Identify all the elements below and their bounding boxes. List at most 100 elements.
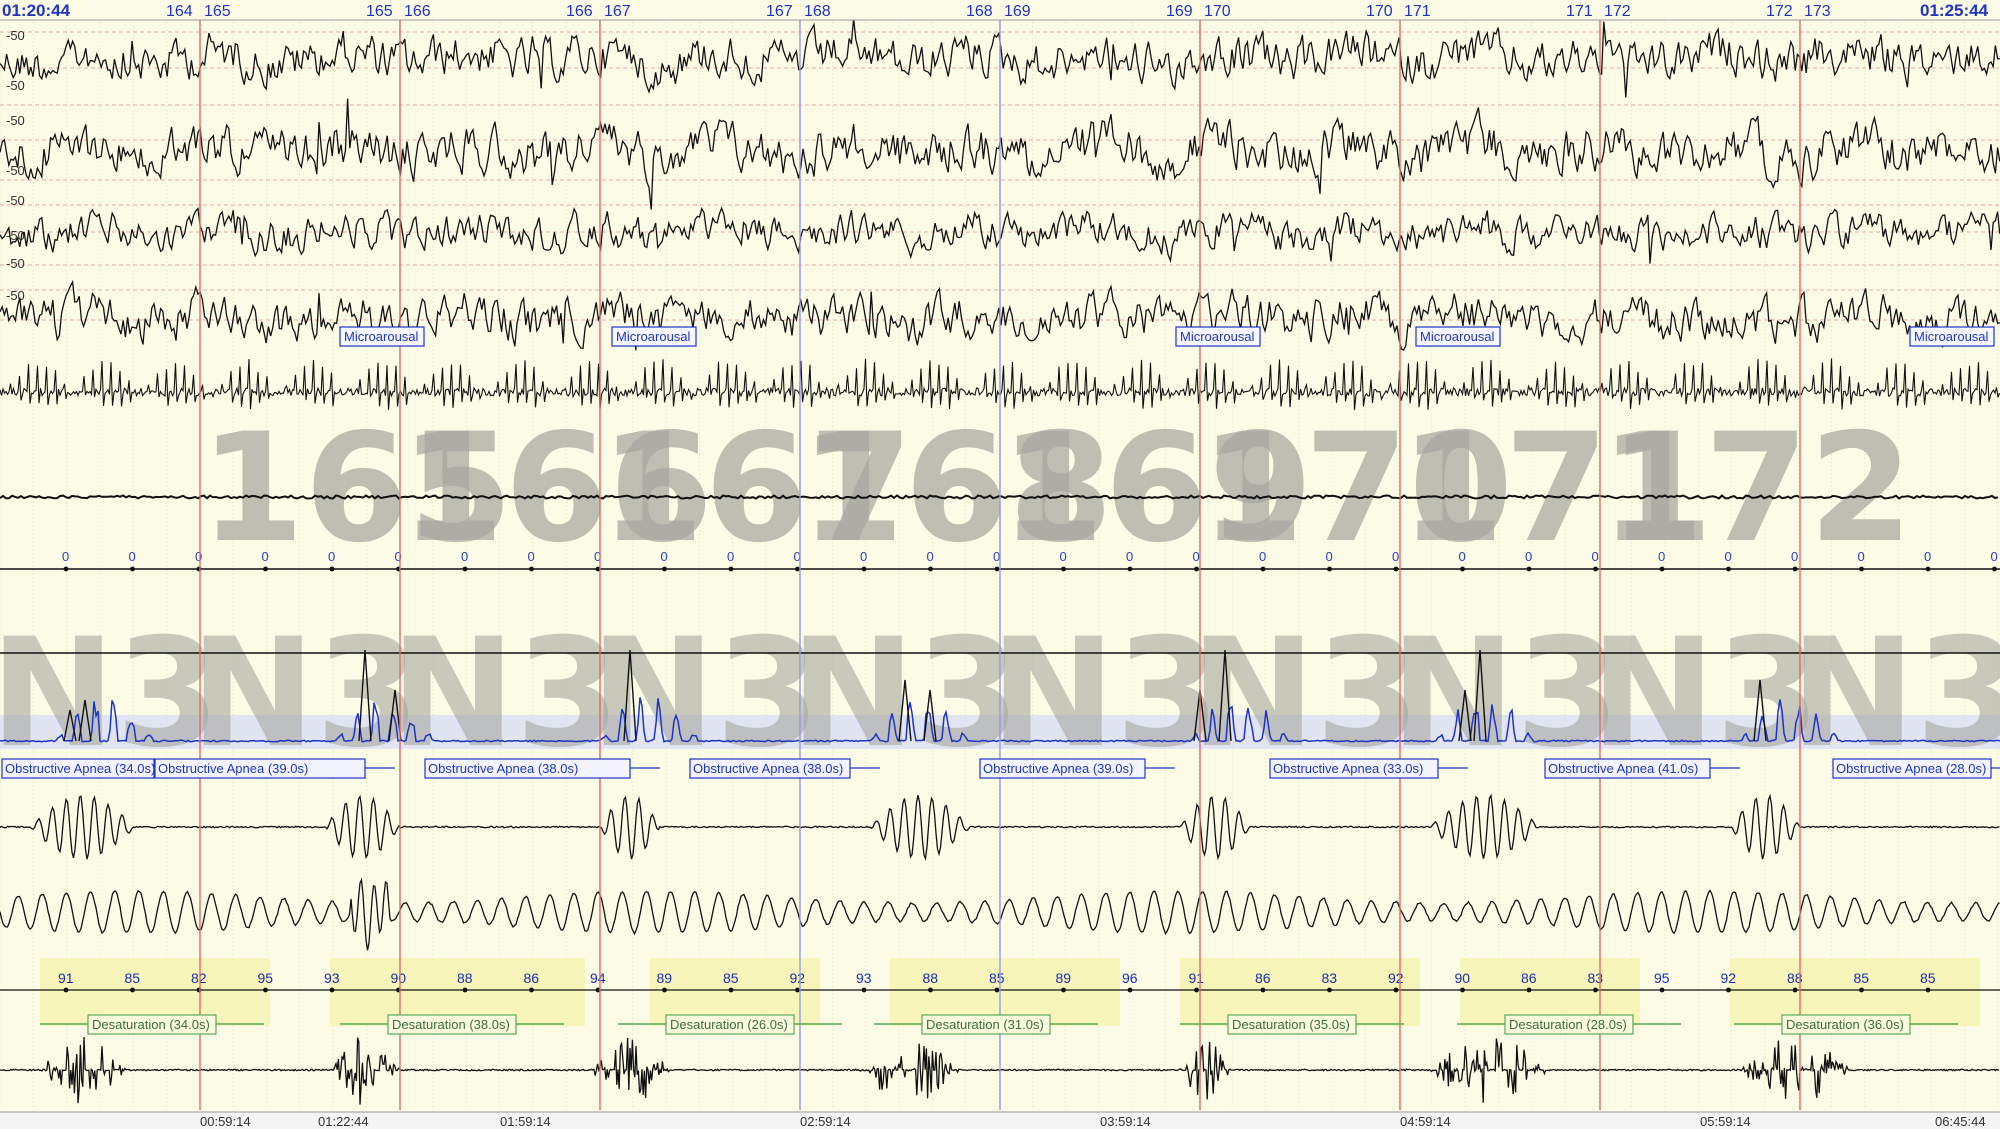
epoch-number-prev: 172 (1766, 3, 1793, 20)
sleep-stage-label: N3 (1390, 607, 1620, 781)
position-value: 0 (1459, 549, 1466, 564)
microarousal-text: Microarousal (1914, 329, 1989, 344)
spo2-value: 89 (1056, 970, 1072, 986)
position-value: 0 (461, 549, 468, 564)
bottom-time-axis[interactable]: 00:59:14 01:22:44 01:59:14 02:59:14 03:59:14… (0, 1111, 2000, 1129)
position-marker (1859, 566, 1864, 572)
signal-canvas[interactable]: -50-50-50-50-50-50-50-50 165166167168169… (0, 0, 2000, 1129)
epoch-number-next: 168 (804, 3, 831, 20)
spo2-value: 95 (258, 970, 274, 986)
spo2-marker (1726, 987, 1731, 993)
position-marker (130, 566, 135, 572)
spo2-marker (63, 987, 69, 993)
position-marker (1726, 566, 1731, 572)
position-value: 0 (1326, 549, 1333, 564)
position-marker (1127, 566, 1133, 572)
position-value: 0 (1259, 549, 1266, 564)
spo2-value: 89 (657, 970, 673, 986)
spo2-marker (1061, 987, 1066, 993)
spo2-marker (1659, 987, 1665, 993)
epoch-number-next: 167 (604, 3, 631, 20)
spo2-value: 85 (989, 970, 1005, 986)
obstructive-apnea-text: Obstructive Apnea (33.0s) (1273, 761, 1423, 776)
position-value: 0 (1791, 549, 1798, 564)
position-value: 0 (1392, 549, 1399, 564)
spo2-marker (861, 987, 867, 993)
position-value: 0 (1060, 549, 1067, 564)
spo2-value: 86 (1521, 970, 1537, 986)
sleep-stage-label: N3 (190, 607, 420, 781)
spo2-marker (130, 987, 135, 993)
desaturation-text: Desaturation (34.0s) (92, 1017, 210, 1032)
obstructive-apnea-text: Obstructive Apnea (39.0s) (158, 761, 308, 776)
bottom-axis-time: 06:45:44 (1935, 1114, 1986, 1129)
sleep-stage-label: N3 (1790, 607, 2000, 781)
position-value: 0 (1725, 549, 1732, 564)
spo2-marker (1194, 987, 1199, 993)
microarousal-text: Microarousal (616, 329, 691, 344)
epoch-number-prev: 165 (366, 3, 393, 20)
position-value: 0 (993, 549, 1000, 564)
epoch-number-prev: 167 (766, 3, 793, 20)
microarousal-text: Microarousal (1180, 329, 1255, 344)
epoch-number-prev: 166 (566, 3, 593, 20)
spo2-value: 82 (191, 970, 207, 986)
bottom-axis-time: 05:59:14 (1700, 1114, 1751, 1129)
position-marker (928, 566, 933, 572)
spo2-value: 94 (590, 970, 606, 986)
window-end-time: 01:25:44 (1920, 1, 1989, 20)
spo2-value: 93 (856, 970, 872, 986)
spo2-value: 86 (524, 970, 540, 986)
big-epoch-number: 172 (1600, 402, 1913, 576)
epoch-number-prev: 168 (966, 3, 993, 20)
position-marker (329, 566, 335, 572)
position-marker (1194, 566, 1199, 572)
position-marker (63, 566, 69, 572)
position-marker (1792, 566, 1798, 572)
position-marker (1393, 566, 1399, 572)
sleep-stage-label: N3 (0, 607, 220, 781)
desaturation-text: Desaturation (28.0s) (1509, 1017, 1627, 1032)
position-marker (1260, 566, 1266, 572)
spo2-marker (1526, 987, 1532, 993)
position-value: 0 (1126, 549, 1133, 564)
position-marker (861, 566, 867, 572)
eeg-scale-label: -50 (6, 78, 25, 93)
position-value: 0 (1858, 549, 1865, 564)
obstructive-apnea-text: Obstructive Apnea (39.0s) (983, 761, 1133, 776)
spo2-value: 88 (923, 970, 939, 986)
obstructive-apnea-text: Obstructive Apnea (38.0s) (428, 761, 578, 776)
desaturation-text: Desaturation (38.0s) (392, 1017, 510, 1032)
sleep-stage-label: N3 (790, 607, 1020, 781)
sleep-stage-label: N3 (390, 607, 620, 781)
epoch-number-next: 171 (1404, 3, 1431, 20)
spo2-value: 95 (1654, 970, 1670, 986)
bottom-axis-time: 01:59:14 (500, 1114, 551, 1129)
position-marker (1992, 566, 1997, 572)
position-marker (462, 566, 468, 572)
position-marker (529, 566, 534, 572)
bottom-axis-time: 03:59:14 (1100, 1114, 1151, 1129)
position-value: 0 (1658, 549, 1665, 564)
eeg-scale-label: -50 (6, 288, 25, 303)
position-value: 0 (528, 549, 535, 564)
spo2-marker (1859, 987, 1864, 993)
epoch-number-next: 166 (404, 3, 431, 20)
bottom-axis-time: 00:59:14 (200, 1114, 251, 1129)
epoch-number-next: 165 (204, 3, 231, 20)
big-epoch-numbers: 165166167168169170171172 (200, 402, 1913, 576)
bottom-axis-time: 02:59:14 (800, 1114, 851, 1129)
position-marker (795, 566, 800, 572)
epoch-number-prev: 171 (1566, 3, 1593, 20)
spo2-value: 85 (125, 970, 141, 986)
position-value: 0 (195, 549, 202, 564)
position-value: 0 (1924, 549, 1931, 564)
spo2-value: 90 (1455, 970, 1471, 986)
eeg-scale-label: -50 (6, 193, 25, 208)
sleep-stage-label: N3 (590, 607, 820, 781)
position-value: 0 (1525, 549, 1532, 564)
psg-viewer[interactable]: -50 -50 -50 -50 -50 -50 -50 -50 165 166 167 168 169… (0, 0, 2000, 1129)
top-time-ruler[interactable]: 01:20:44 01:25:44 164 165 165 166 166 167 167 168… (0, 0, 2000, 21)
position-marker (1659, 566, 1665, 572)
sleep-stage-label: N3 (1190, 607, 1420, 781)
